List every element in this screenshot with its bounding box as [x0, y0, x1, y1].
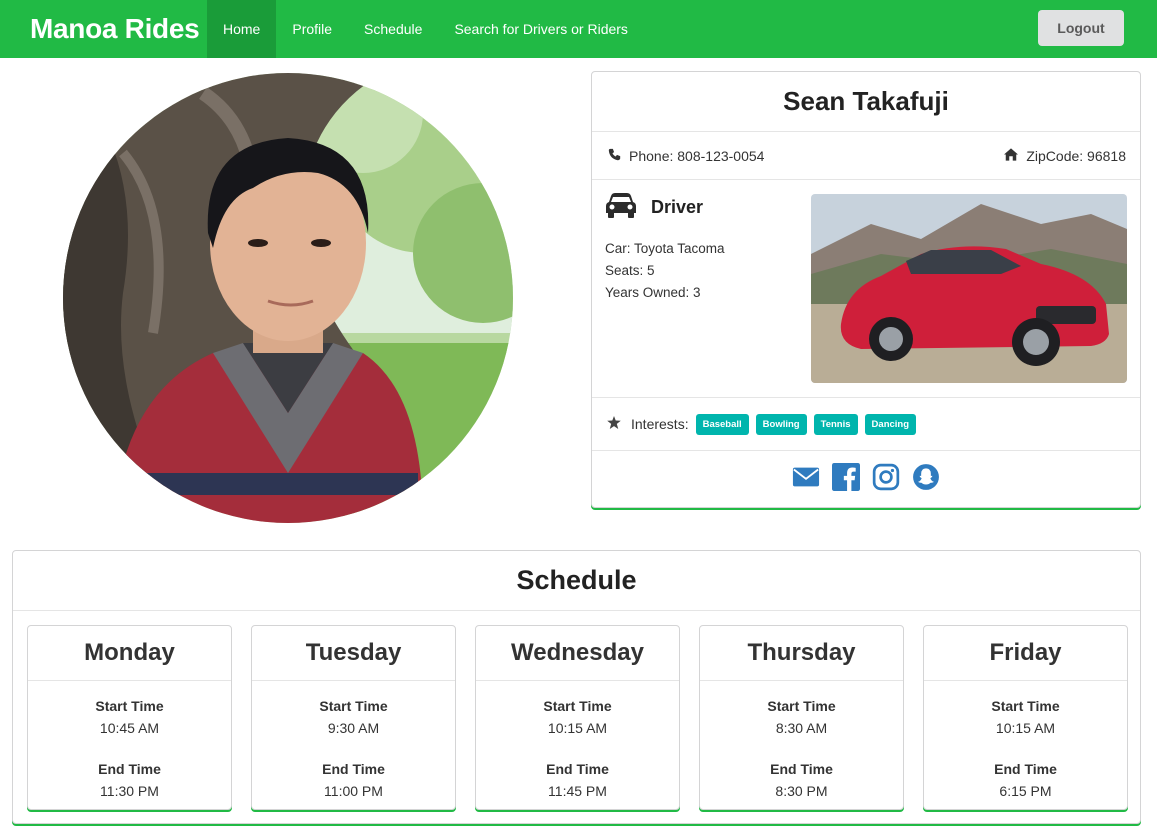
interest-tag[interactable]: Baseball	[695, 413, 749, 435]
profile-name: Sean Takafuji	[592, 72, 1140, 132]
car-icon	[605, 192, 637, 223]
interests-label: Interests:	[631, 416, 689, 432]
logout-button[interactable]: Logout	[1038, 10, 1124, 46]
end-time-label: End Time	[770, 761, 833, 777]
interest-tag[interactable]: Tennis	[813, 413, 858, 435]
start-time-value: 10:15 AM	[995, 720, 1056, 736]
zipcode-text: ZipCode: 96818	[1026, 147, 1126, 164]
car-photo	[811, 194, 1127, 383]
day-name: Wednesday	[476, 626, 679, 681]
end-time-label: End Time	[98, 761, 161, 777]
start-time-label: Start Time	[543, 698, 612, 714]
phone-icon	[608, 148, 621, 164]
phone-item: Phone: 808-123-0054	[608, 148, 764, 164]
interest-tag[interactable]: Dancing	[864, 413, 917, 435]
facebook-icon[interactable]	[832, 462, 860, 496]
years-owned: Years Owned: 3	[605, 285, 701, 300]
day-name: Tuesday	[252, 626, 455, 681]
brand-logo[interactable]: Manoa Rides	[0, 13, 207, 45]
interests-row: Interests: Baseball Bowling Tennis Danci…	[592, 398, 1140, 451]
zip-item: ZipCode: 96818	[1004, 148, 1126, 164]
interest-tag[interactable]: Bowling	[755, 413, 807, 435]
end-time-label: End Time	[322, 761, 385, 777]
start-time-label: Start Time	[95, 698, 164, 714]
nav-home[interactable]: Home	[207, 0, 277, 58]
day-card-monday: Monday Start Time 10:45 AM End Time 11:3…	[27, 625, 232, 810]
start-time-value: 10:45 AM	[99, 720, 160, 736]
role-label: Driver	[651, 197, 704, 217]
start-time-value: 9:30 AM	[327, 720, 380, 736]
profile-card: Sean Takafuji Phone: 808-123-0054 ZipCod…	[591, 71, 1141, 508]
day-name: Friday	[924, 626, 1127, 681]
driver-section: Driver Car: Toyota Tacoma Seats: 5 Years…	[592, 180, 1140, 398]
nav-search[interactable]: Search for Drivers or Riders	[438, 0, 644, 58]
phone-text: Phone: 808-123-0054	[629, 147, 765, 164]
end-time-label: End Time	[994, 761, 1057, 777]
car-details: Car: Toyota Tacoma Seats: 5 Years Owned:…	[605, 238, 725, 304]
day-name: Monday	[28, 626, 231, 681]
envelope-icon[interactable]	[792, 463, 820, 496]
car-model: Car: Toyota Tacoma	[605, 241, 725, 256]
social-links	[592, 451, 1140, 507]
start-time-value: 8:30 AM	[775, 720, 828, 736]
snapchat-icon[interactable]	[912, 463, 940, 496]
star-icon	[607, 416, 621, 432]
end-time-value: 11:00 PM	[324, 783, 383, 799]
start-time-label: Start Time	[767, 698, 836, 714]
start-time-value: 10:15 AM	[547, 720, 608, 736]
top-navbar: Manoa Rides Home Profile Schedule Search…	[0, 0, 1157, 58]
schedule-card: Schedule Monday Start Time 10:45 AM End …	[12, 550, 1141, 824]
home-icon	[1004, 147, 1019, 164]
day-card-thursday: Thursday Start Time 8:30 AM End Time 8:3…	[699, 625, 904, 810]
schedule-title: Schedule	[13, 551, 1140, 611]
nav-schedule[interactable]: Schedule	[348, 0, 438, 58]
end-time-value: 11:30 PM	[100, 783, 159, 799]
instagram-icon[interactable]	[872, 463, 900, 496]
start-time-label: Start Time	[319, 698, 388, 714]
end-time-value: 6:15 PM	[999, 783, 1052, 799]
start-time-label: Start Time	[991, 698, 1060, 714]
day-card-wednesday: Wednesday Start Time 10:15 AM End Time 1…	[475, 625, 680, 810]
profile-photo	[63, 73, 513, 523]
driver-heading: Driver	[605, 192, 703, 223]
car-seats: Seats: 5	[605, 263, 655, 278]
contact-row: Phone: 808-123-0054 ZipCode: 96818	[592, 132, 1140, 180]
day-card-tuesday: Tuesday Start Time 9:30 AM End Time 11:0…	[251, 625, 456, 810]
end-time-value: 11:45 PM	[548, 783, 607, 799]
nav-profile[interactable]: Profile	[276, 0, 348, 58]
end-time-value: 8:30 PM	[775, 783, 828, 799]
end-time-label: End Time	[546, 761, 609, 777]
day-card-friday: Friday Start Time 10:15 AM End Time 6:15…	[923, 625, 1128, 810]
day-name: Thursday	[700, 626, 903, 681]
